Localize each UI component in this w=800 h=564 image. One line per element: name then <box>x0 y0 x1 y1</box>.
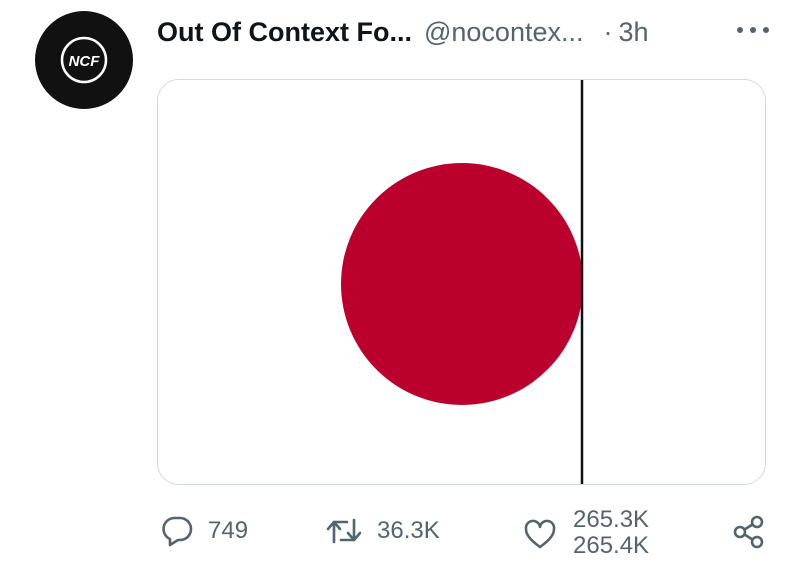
red-disc <box>341 163 582 405</box>
japan-flag-image <box>158 80 765 484</box>
avatar-label: NCF <box>69 53 101 70</box>
retweet-button[interactable]: 36.3K <box>325 515 440 547</box>
more-icon <box>737 27 769 33</box>
reply-icon <box>162 516 193 547</box>
more-button[interactable] <box>736 18 770 42</box>
share-icon <box>733 515 764 549</box>
reply-button[interactable]: 749 <box>160 515 248 547</box>
retweet-count: 36.3K <box>377 517 440 544</box>
share-button[interactable] <box>732 515 766 549</box>
display-name[interactable]: Out Of Context Fo... <box>157 17 412 48</box>
reply-count: 749 <box>208 517 249 544</box>
avatar[interactable]: NCF <box>35 11 133 109</box>
like-icon <box>524 519 556 549</box>
tweet-header: Out Of Context Fo... @nocontex... · 3h <box>157 12 777 52</box>
like-button[interactable]: 265.3K 265.4K <box>523 507 649 553</box>
user-handle[interactable]: @nocontex... <box>424 17 584 48</box>
tweet-actions: 749 36.3K 265.3K 265.4K <box>0 505 800 564</box>
ncf-logo-icon: NCF <box>60 36 108 84</box>
tweet-timestamp[interactable]: 3h <box>618 17 648 48</box>
like-count: 265.3K <box>573 507 650 533</box>
like-count-next: 265.4K <box>573 532 650 554</box>
retweet-icon <box>326 518 362 544</box>
tweet-media-image[interactable] <box>157 79 766 485</box>
separator-dot: · <box>603 16 613 47</box>
like-count-ticker: 265.3K 265.4K <box>573 507 649 553</box>
